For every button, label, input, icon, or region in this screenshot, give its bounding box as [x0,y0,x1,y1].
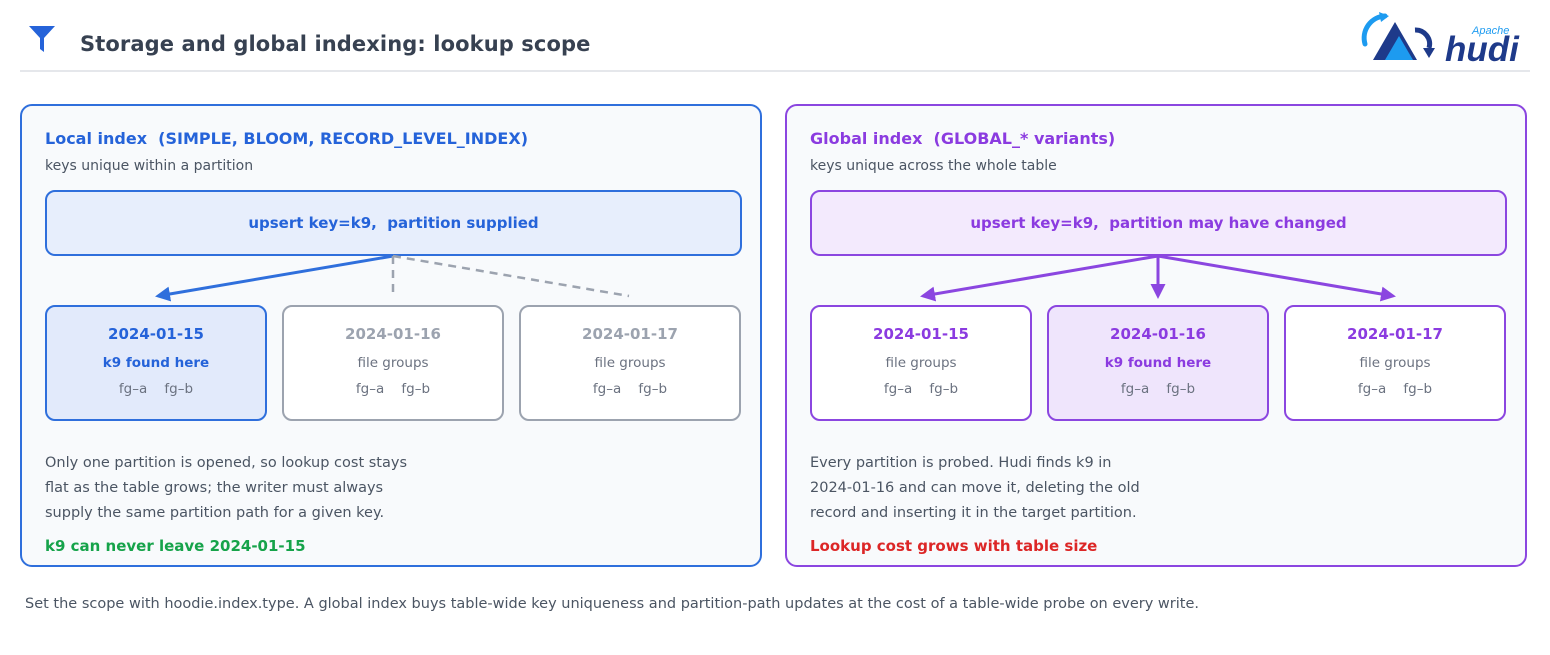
global-arrow-left [920,254,1159,302]
global-partition-2: 2024-01-16 k9 found here fg–a fg–b [1047,305,1269,421]
local-panel-subtitle: keys unique within a partition [45,158,254,174]
partition-date: 2024-01-17 [582,325,678,343]
local-desc-line: flat as the table grows; the writer must… [45,480,384,496]
local-partition-2: 2024-01-16 file groups fg–a fg–b [282,305,504,421]
global-index-panel: Global index (GLOBAL_* variants) keys un… [785,104,1527,567]
header: Storage and global indexing: lookup scop… [20,0,1530,72]
logo-wordmark: hudi [1445,30,1520,66]
partition-file-groups: fg–a fg–b [1357,381,1433,397]
hudi-logo: Apache hudi [1361,12,1520,66]
local-verdict: k9 can never leave 2024-01-15 [45,537,306,555]
global-verdict: Lookup cost grows with table size [810,537,1098,555]
local-upsert-box: upsert key=k9, partition supplied [45,190,742,256]
global-partition-3: 2024-01-17 file groups fg–a fg–b [1284,305,1506,421]
partition-date: 2024-01-17 [1347,325,1443,343]
partition-file-groups: fg–a fg–b [355,381,431,397]
footer-note: Set the scope with hoodie.index.type. A … [25,596,1199,612]
partition-file-groups: fg–a fg–b [1120,381,1196,397]
local-partition-3: 2024-01-17 file groups fg–a fg–b [519,305,741,421]
global-desc-line: 2024-01-16 and can move it, deleting the… [810,480,1140,496]
partition-date: 2024-01-16 [345,325,441,343]
local-description: Only one partition is opened, so lookup … [45,451,605,526]
partition-file-groups: fg–a fg–b [592,381,668,397]
partition-note: k9 found here [1104,355,1212,371]
partition-file-groups: fg–a fg–b [883,381,959,397]
global-desc-line: Every partition is probed. Hudi finds k9… [810,455,1112,471]
partition-note: file groups [357,355,429,371]
global-upsert-box: upsert key=k9, partition may have change… [810,190,1507,256]
local-desc-line: supply the same partition path for a giv… [45,505,385,521]
page-title: Storage and global indexing: lookup scop… [80,32,591,56]
local-partition-1: 2024-01-15 k9 found here fg–a fg–b [45,305,267,421]
partition-note: file groups [885,355,957,371]
local-panel-title: Local index (SIMPLE, BLOOM, RECORD_LEVEL… [45,129,528,148]
filter-icon [29,26,55,52]
partition-note: file groups [594,355,666,371]
partition-note: k9 found here [102,355,210,371]
partition-file-groups: fg–a fg–b [118,381,194,397]
local-dashed-line-right [392,254,630,298]
local-desc-line: Only one partition is opened, so lookup … [45,455,407,471]
global-desc-line: record and inserting it in the target pa… [810,505,1137,521]
global-partition-1: 2024-01-15 file groups fg–a fg–b [810,305,1032,421]
global-arrow-right [1157,254,1396,302]
partition-note: file groups [1359,355,1431,371]
local-index-panel: Local index (SIMPLE, BLOOM, RECORD_LEVEL… [20,104,762,567]
global-panel-subtitle: keys unique across the whole table [810,158,1057,174]
global-description: Every partition is probed. Hudi finds k9… [810,451,1370,526]
local-arrow-to-hit [155,254,394,302]
partition-date: 2024-01-15 [108,325,204,343]
global-panel-title: Global index (GLOBAL_* variants) [810,129,1116,148]
partition-date: 2024-01-15 [873,325,969,343]
partition-date: 2024-01-16 [1110,325,1206,343]
